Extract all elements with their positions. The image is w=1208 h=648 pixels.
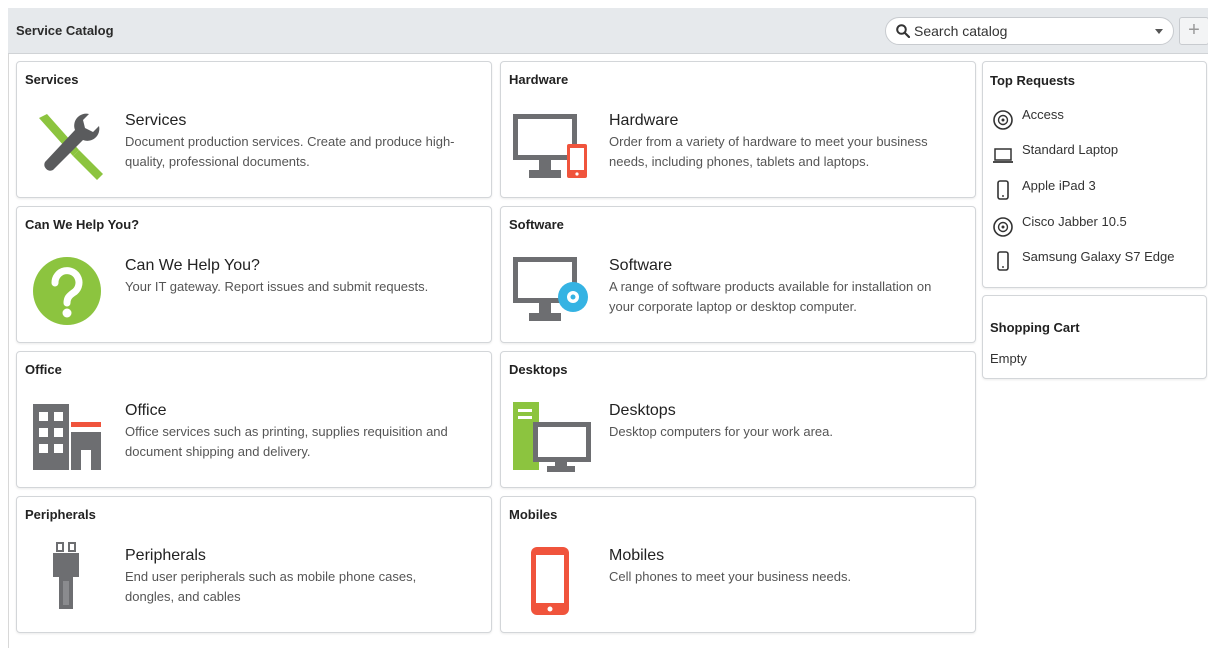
- shopping-cart-title: Shopping Cart: [990, 320, 1080, 335]
- card-description: Cell phones to meet your business needs.: [609, 569, 852, 584]
- card-header: Hardware: [509, 72, 569, 87]
- top-requests-panel: Top Requests Access Standard Laptop Appl…: [982, 61, 1207, 288]
- top-request-label[interactable]: Standard Laptop: [1022, 142, 1118, 157]
- chevron-down-icon[interactable]: [1155, 29, 1163, 34]
- shopping-cart-status: Empty: [990, 351, 1027, 366]
- search-icon: [896, 24, 910, 38]
- card-description: End user peripherals such as mobile phon…: [125, 569, 417, 604]
- desktop-tower-icon: [513, 402, 591, 472]
- top-request-label[interactable]: Access: [1022, 107, 1064, 122]
- mobile-phone-icon: [531, 547, 569, 615]
- card-title[interactable]: Software: [609, 257, 672, 275]
- card-description: A range of software products available f…: [609, 279, 932, 314]
- card-header: Peripherals: [25, 507, 96, 522]
- top-request-item[interactable]: Samsung Galaxy S7 Edge: [993, 248, 1203, 276]
- card-description: Document production services. Create and…: [125, 134, 455, 169]
- tools-icon: [39, 113, 103, 180]
- monitor-phone-icon: [513, 114, 587, 178]
- top-request-label[interactable]: Apple iPad 3: [1022, 178, 1096, 193]
- plug-icon: [53, 542, 79, 609]
- card-title[interactable]: Can We Help You?: [125, 257, 260, 275]
- laptop-icon: [993, 148, 1013, 163]
- top-request-item[interactable]: Standard Laptop: [993, 141, 1203, 169]
- category-card-office[interactable]: Office Office Office services such as pr…: [16, 351, 492, 488]
- card-header: Software: [509, 217, 564, 232]
- category-card-services[interactable]: Services Services Document production se…: [16, 61, 492, 198]
- building-icon: [33, 404, 101, 470]
- top-requests-title: Top Requests: [990, 73, 1075, 88]
- card-title[interactable]: Mobiles: [609, 547, 664, 565]
- top-request-item[interactable]: Apple iPad 3: [993, 177, 1203, 205]
- card-title[interactable]: Services: [125, 112, 186, 130]
- top-request-item[interactable]: Access: [993, 106, 1203, 134]
- category-card-desktops[interactable]: Desktops Desktops Desktop computers for …: [500, 351, 976, 488]
- card-title[interactable]: Desktops: [609, 402, 676, 420]
- category-card-help[interactable]: Can We Help You? Can We Help You? Your I…: [16, 206, 492, 343]
- monitor-disc-icon: [513, 257, 588, 321]
- card-description: Office services such as printing, suppli…: [125, 424, 448, 459]
- card-header: Office: [25, 362, 62, 377]
- card-header: Mobiles: [509, 507, 558, 522]
- phone-icon: [997, 251, 1009, 271]
- card-description: Your IT gateway. Report issues and submi…: [125, 279, 429, 294]
- card-title[interactable]: Peripherals: [125, 547, 206, 565]
- top-request-label[interactable]: Cisco Jabber 10.5: [1022, 214, 1127, 229]
- card-title[interactable]: Office: [125, 402, 167, 420]
- top-request-item[interactable]: Cisco Jabber 10.5: [993, 213, 1203, 241]
- card-header: Services: [25, 72, 79, 87]
- category-card-software[interactable]: Software Software A range of software pr…: [500, 206, 976, 343]
- card-description: Desktop computers for your work area.: [609, 424, 833, 439]
- disc-icon: [993, 110, 1013, 130]
- category-card-mobiles[interactable]: Mobiles Mobiles Cell phones to meet your…: [500, 496, 976, 633]
- category-card-peripherals[interactable]: Peripherals Peripherals End user periphe…: [16, 496, 492, 633]
- card-header: Can We Help You?: [25, 217, 140, 232]
- add-button[interactable]: +: [1179, 17, 1208, 45]
- card-title[interactable]: Hardware: [609, 112, 678, 130]
- category-card-hardware[interactable]: Hardware Hardware Order from a variety o…: [500, 61, 976, 198]
- shopping-cart-panel: Shopping Cart Empty: [982, 295, 1207, 379]
- card-header: Desktops: [509, 362, 568, 377]
- catalog-header: Service Catalog +: [8, 8, 1208, 54]
- question-icon: [33, 257, 101, 325]
- card-description: Order from a variety of hardware to meet…: [609, 134, 928, 169]
- page-title: Service Catalog: [16, 23, 114, 38]
- disc-icon: [993, 217, 1013, 237]
- top-request-label[interactable]: Samsung Galaxy S7 Edge: [1022, 249, 1174, 264]
- phone-icon: [997, 180, 1009, 200]
- search-input[interactable]: [914, 22, 1144, 40]
- search-box[interactable]: [885, 17, 1174, 45]
